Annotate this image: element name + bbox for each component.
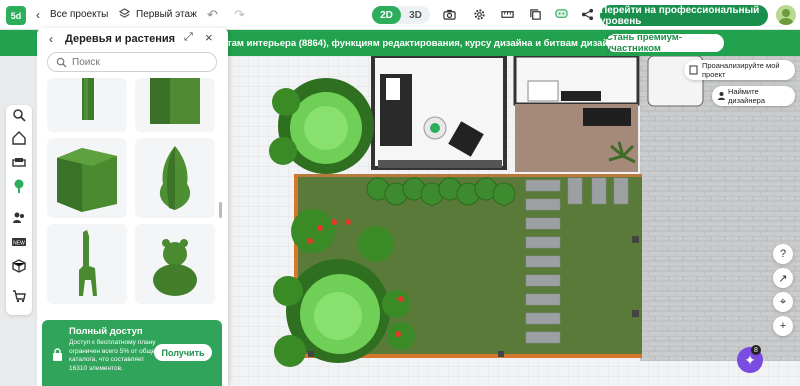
gear-icon[interactable] — [473, 8, 486, 21]
search-icon[interactable] — [12, 108, 26, 122]
export-icon[interactable]: ↗ — [773, 268, 793, 288]
analyze-project-button[interactable]: Проанализируйте мой проект — [684, 60, 795, 80]
zoom-in-icon[interactable]: + — [773, 316, 793, 336]
undo-icon[interactable]: ↶ — [207, 7, 218, 23]
expand-icon[interactable]: ⤢ — [184, 31, 193, 44]
app-logo[interactable]: 5d — [6, 6, 26, 25]
hire-designer-button[interactable]: Наймите дизайнера — [712, 86, 795, 106]
view-mode-toggle: 2D 3D — [372, 6, 430, 24]
avatar[interactable] — [776, 5, 796, 25]
ruler-icon[interactable] — [501, 8, 514, 21]
full-access-promo: Полный доступ Доступ к бесплатному плану… — [42, 320, 222, 386]
home-icon[interactable] — [12, 131, 26, 145]
upgrade-pro-button[interactable]: Перейти на профессиональный уровень — [600, 5, 768, 27]
chat-icon[interactable] — [555, 8, 568, 21]
help-icon[interactable]: ? — [773, 244, 793, 264]
top-bar: 5d ‹ Все проекты Первый этаж ↶ ↷ 2D 3D П… — [0, 0, 800, 30]
mode-2d-button[interactable]: 2D — [372, 6, 401, 24]
panel-title: Деревья и растения — [65, 33, 176, 45]
person-icon — [718, 92, 725, 100]
panel-scrollbar[interactable] — [219, 202, 222, 218]
catalog-item-hedge-column[interactable] — [47, 78, 127, 132]
camera-icon[interactable] — [443, 8, 456, 21]
chevron-left-icon[interactable]: ‹ — [49, 32, 53, 46]
notification-badge: 8 — [751, 345, 761, 355]
get-access-button[interactable]: Получить — [154, 344, 212, 361]
people-icon[interactable] — [12, 211, 26, 225]
hire-label: Наймите дизайнера — [728, 87, 766, 105]
all-projects-link[interactable]: Все проекты — [50, 9, 108, 20]
banner-text: там интерьера (8864), функциям редактиро… — [227, 38, 637, 49]
promo-description: Доступ к бесплатному плану ограничен все… — [69, 339, 162, 372]
left-toolbar: NEW — [6, 105, 32, 315]
search-box — [47, 52, 217, 72]
search-input[interactable] — [72, 56, 212, 69]
target-icon[interactable]: ⌖ — [773, 292, 793, 312]
mode-3d-button[interactable]: 3D — [401, 6, 430, 24]
catalog-item-hedge-cube-tall[interactable] — [135, 78, 215, 132]
become-premium-button[interactable]: Стань премиум-участником — [606, 32, 724, 54]
copy-icon[interactable] — [529, 8, 542, 21]
floor-selector[interactable]: Первый этаж — [136, 9, 197, 20]
redo-icon[interactable]: ↷ — [234, 7, 245, 23]
promo-title: Полный доступ — [69, 326, 143, 337]
cube-icon[interactable] — [12, 259, 26, 273]
analyze-label: Проанализируйте мой проект — [702, 61, 780, 79]
new-badge-icon[interactable]: NEW — [12, 235, 26, 249]
catalog-item-hedge-cube[interactable] — [47, 138, 127, 218]
close-icon[interactable]: × — [205, 30, 213, 45]
catalog-item-topiary-cone[interactable] — [135, 138, 215, 218]
cart-icon[interactable] — [12, 289, 26, 303]
share-icon[interactable] — [581, 8, 594, 21]
tree-icon[interactable] — [12, 179, 26, 193]
clipboard-icon — [689, 65, 698, 75]
lock-icon — [53, 348, 62, 361]
search-icon — [56, 57, 67, 68]
layers-icon — [119, 8, 130, 18]
svg-text:NEW: NEW — [13, 241, 25, 247]
floor-plan-canvas[interactable] — [228, 56, 800, 386]
chevron-left-icon[interactable]: ‹ — [36, 8, 40, 22]
catalog-item-topiary-bear[interactable] — [135, 224, 215, 304]
tree-large-top — [269, 78, 374, 174]
catalog-item-topiary-giraffe[interactable] — [47, 224, 127, 304]
sofa-icon[interactable] — [12, 155, 26, 169]
